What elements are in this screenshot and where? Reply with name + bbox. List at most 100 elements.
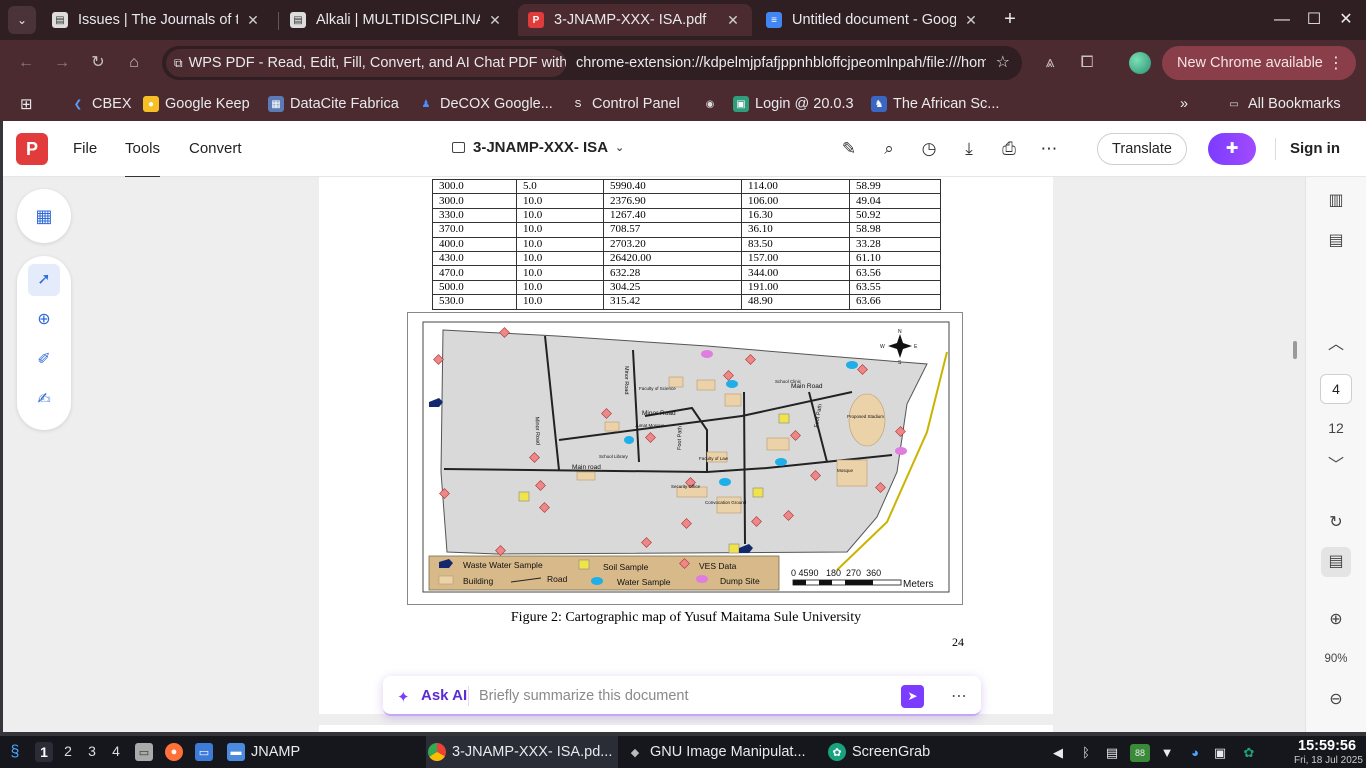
ask-ai-label[interactable]: Ask AI	[421, 687, 467, 704]
workspace-3[interactable]: 3	[83, 743, 101, 759]
bookmarks-overflow-icon[interactable]: »	[1180, 92, 1188, 116]
table-cell: 530.0	[432, 294, 517, 310]
zoom-out-icon[interactable]: ⊖	[1324, 688, 1348, 712]
workspace-4[interactable]: 4	[107, 743, 125, 759]
ask-ai-input[interactable]	[479, 684, 879, 708]
download-icon[interactable]: ⤓	[958, 138, 980, 160]
acrobat-extension-icon[interactable]: ⩓	[1038, 51, 1062, 75]
firefox-launcher-icon[interactable]: ●	[165, 736, 189, 768]
apps-grid-icon[interactable]: ⊞	[20, 92, 33, 116]
tab-pdf-active[interactable]: P 3-JNAMP-XXX- ISA.pdf ✕	[518, 4, 752, 36]
taskbar-folder-jnamp[interactable]: ▬ JNAMP	[227, 736, 300, 768]
document-workspace: ▦ ➚ ⊕ ✐ ✍ 300.0 5.0 5990.40 114.00 58.99 300.…	[3, 177, 1305, 732]
search-icon[interactable]: ⌕	[878, 138, 900, 160]
taskbar-item-label: JNAMP	[251, 744, 301, 760]
maximize-icon[interactable]: ☐	[1302, 8, 1326, 32]
new-tab-button[interactable]: +	[998, 8, 1022, 32]
bookmark-login[interactable]: ▣ Login @ 20.0.3	[733, 92, 854, 116]
bookmark-datacite[interactable]: ▦ DataCite Fabrica	[268, 92, 399, 116]
close-icon[interactable]: ✕	[486, 12, 504, 29]
tab-journals[interactable]: ▤ Issues | The Journals of the ✕	[42, 4, 272, 36]
sign-icon[interactable]: ✍	[28, 384, 60, 416]
reload-icon[interactable]: ↻	[86, 51, 110, 75]
battery-indicator[interactable]: 88	[1130, 744, 1150, 762]
bookmark-globe[interactable]: ◉	[702, 92, 724, 116]
close-icon[interactable]: ✕	[962, 12, 980, 29]
comment-icon[interactable]: ⊕	[28, 304, 60, 336]
menu-convert[interactable]: Convert	[189, 140, 242, 157]
taskbar-window-gimp[interactable]: ◆ GNU Image Manipulat...	[626, 736, 806, 768]
url-text[interactable]: chrome-extension://kdpelmjpfafjppnhbloff…	[576, 55, 986, 71]
taskbar-window-screengrab[interactable]: ✿ ScreenGrab	[828, 736, 930, 768]
extensions-puzzle-icon[interactable]: ⧠	[1075, 51, 1099, 75]
road-label: Minor Road	[623, 366, 629, 394]
menu-tools[interactable]: Tools	[125, 140, 161, 178]
tab-google-docs[interactable]: ≡ Untitled document - Google Docs ✕	[756, 4, 990, 36]
translate-button[interactable]: Translate	[1097, 133, 1187, 165]
clipboard-icon[interactable]: ▤	[1103, 744, 1121, 762]
tab-alkali[interactable]: ▤ Alkali | MULTIDISCIPLINARY ✕	[280, 4, 514, 36]
bookmark-african-sc[interactable]: ♞ The African Sc...	[871, 92, 999, 116]
start-menu-icon[interactable]: §	[6, 736, 30, 768]
notification-icon[interactable]: ▣	[1211, 744, 1229, 762]
menu-dots-icon[interactable]: ⋮	[1328, 53, 1344, 73]
close-icon[interactable]: ✕	[244, 12, 262, 29]
panel-layout-icon[interactable]: ▥	[1324, 189, 1348, 213]
more-icon[interactable]: ⋯	[1038, 138, 1060, 160]
send-icon[interactable]: ➤	[901, 685, 924, 708]
page-view-icon[interactable]: ▤	[1321, 547, 1351, 577]
rotate-icon[interactable]: ↻	[1324, 511, 1348, 535]
network-icon[interactable]: ◕	[1186, 744, 1204, 762]
chevron-down-icon[interactable]: ﹀	[1324, 454, 1348, 478]
table-cell: 708.57	[603, 222, 742, 238]
ai-chat-button[interactable]: ✚	[1208, 133, 1256, 165]
document-name-dropdown[interactable]: 3-JNAMP-XXX- ISA ⌄	[452, 139, 624, 156]
clock-time[interactable]: 15:59:56	[1298, 738, 1356, 754]
comments-icon[interactable]: ▤	[1324, 229, 1348, 253]
home-icon[interactable]: ⌂	[122, 51, 146, 75]
address-bar[interactable]: ⧉ WPS PDF - Read, Edit, Fill, Convert, a…	[162, 46, 1022, 80]
print-icon[interactable]: ⎙	[998, 138, 1020, 160]
menu-file[interactable]: File	[73, 140, 97, 157]
profile-avatar[interactable]	[1129, 52, 1151, 74]
workspace-1[interactable]: 1	[35, 742, 53, 762]
more-icon[interactable]: ⋯	[951, 686, 967, 706]
bookmark-decox[interactable]: ♟ DeCOX Google...	[418, 92, 553, 116]
bluetooth-icon[interactable]: ᛒ	[1077, 744, 1095, 762]
taskbar-window-chrome[interactable]: 3-JNAMP-XXX- ISA.pd...	[426, 736, 618, 768]
new-chrome-available-button[interactable]: New Chrome available ⋮	[1162, 46, 1356, 80]
tool-palette: ➚ ⊕ ✐ ✍	[17, 256, 71, 430]
bookmark-star-icon[interactable]: ☆	[996, 52, 1010, 72]
minimize-icon[interactable]: —	[1270, 8, 1294, 32]
edit-pen-icon[interactable]: ✎	[838, 138, 860, 160]
select-pointer-icon[interactable]: ➚	[28, 264, 60, 296]
history-icon[interactable]: ◷	[918, 138, 940, 160]
sign-in-button[interactable]: Sign in	[1290, 140, 1340, 157]
tab-search-button[interactable]: ⌄	[8, 6, 36, 34]
forward-arrow-icon[interactable]: →	[50, 51, 74, 75]
current-page-field[interactable]: 4	[1320, 374, 1352, 404]
page-favicon-icon: ▤	[52, 12, 68, 28]
wifi-icon[interactable]: ▼	[1158, 744, 1176, 762]
bookmark-control-panel[interactable]: S Control Panel	[570, 92, 680, 116]
bookmark-google-keep[interactable]: ● Google Keep	[143, 92, 250, 116]
workspace-2[interactable]: 2	[59, 743, 77, 759]
scrollbar-thumb[interactable]	[1293, 341, 1297, 359]
bookmark-cbex[interactable]: ❮ CBEX	[70, 92, 132, 116]
table-cell: 10.0	[516, 222, 604, 238]
close-icon[interactable]: ✕	[724, 12, 742, 29]
all-bookmarks-button[interactable]: ▭ All Bookmarks	[1226, 92, 1340, 116]
volume-icon[interactable]: ◀	[1049, 744, 1067, 762]
highlight-pen-icon[interactable]: ✐	[28, 344, 60, 376]
extension-chip[interactable]: ⧉ WPS PDF - Read, Edit, Fill, Convert, a…	[166, 49, 566, 77]
thumbnails-grid-button[interactable]: ▦	[17, 189, 71, 243]
files-launcher-icon[interactable]: ▭	[135, 736, 159, 768]
chevron-up-icon[interactable]: ︿	[1324, 333, 1348, 357]
back-arrow-icon[interactable]: ←	[14, 51, 38, 75]
zoom-in-icon[interactable]: ⊕	[1324, 608, 1348, 632]
wps-logo-icon[interactable]: P	[16, 133, 48, 165]
window-close-icon[interactable]: ✕	[1334, 8, 1358, 32]
extension-chip-label: WPS PDF - Read, Edit, Fill, Convert, and…	[188, 55, 566, 71]
desktop-launcher-icon[interactable]: ▭	[195, 736, 219, 768]
screengrab-tray-icon[interactable]: ✿	[1240, 744, 1258, 762]
